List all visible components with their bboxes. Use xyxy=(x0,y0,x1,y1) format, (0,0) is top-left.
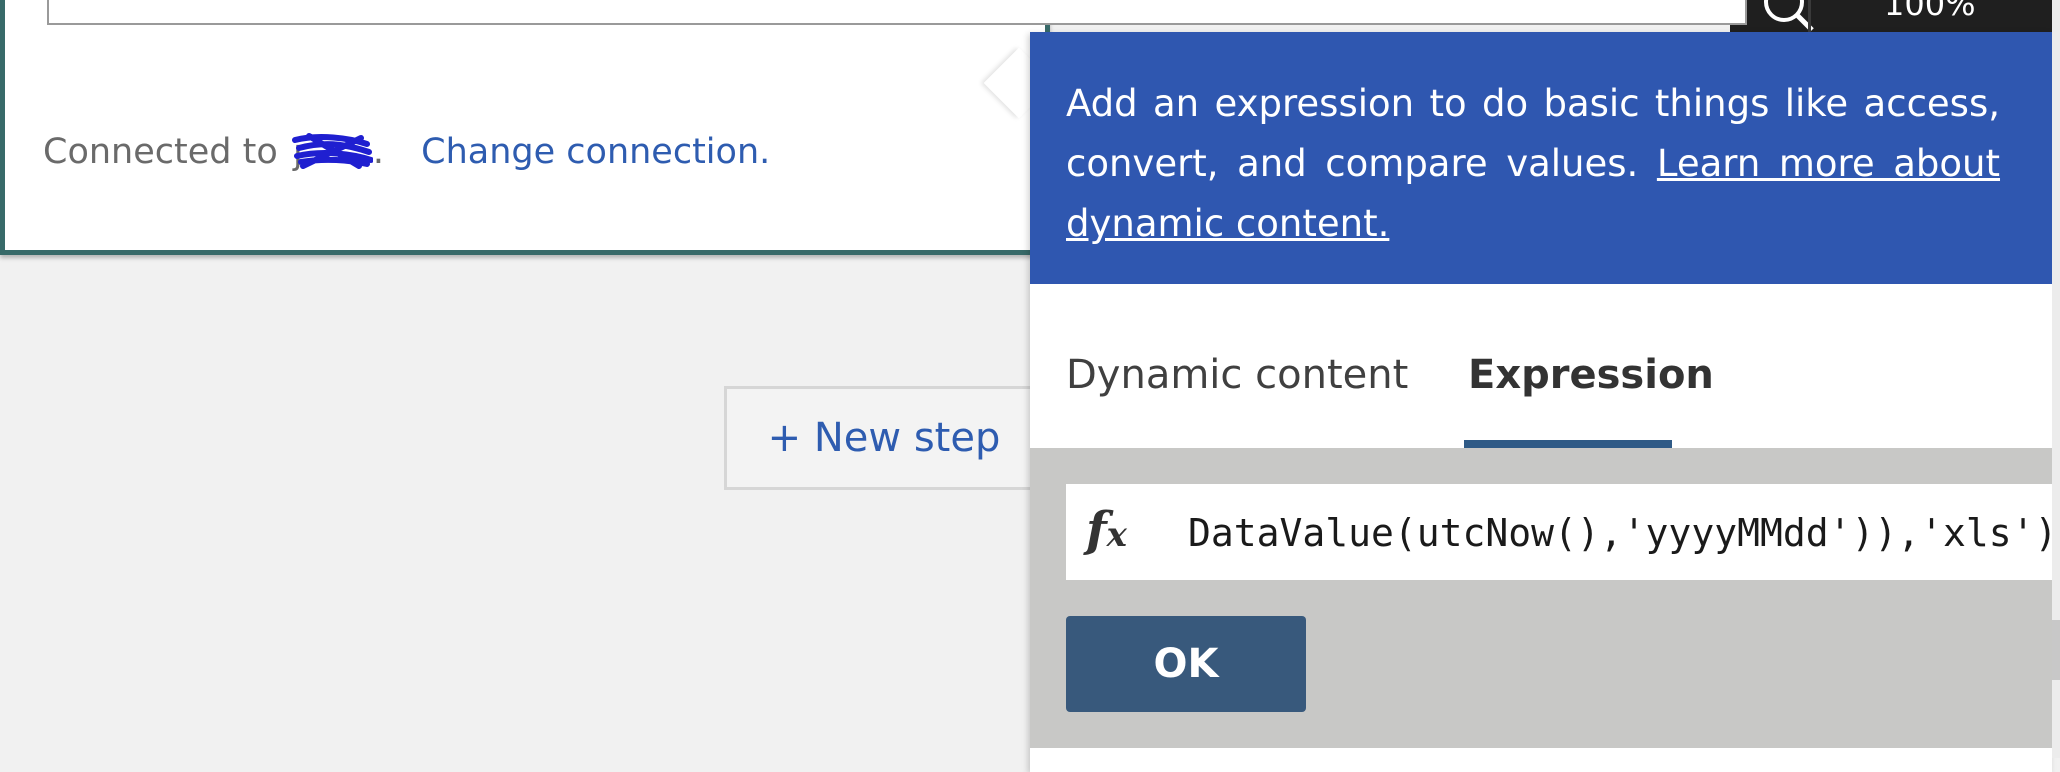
zoom-level: 100% xyxy=(1884,0,1976,23)
card-input-field[interactable] xyxy=(47,0,1747,25)
ok-button[interactable]: OK xyxy=(1066,616,1306,712)
connected-to-label: Connected to xyxy=(43,132,278,172)
info-banner: Add an expression to do basic things lik… xyxy=(1030,32,2052,284)
tab-dynamic-content[interactable]: Dynamic content xyxy=(1066,350,1408,400)
action-card: Connected to j . Change connection. xyxy=(0,0,1747,255)
active-tab-indicator xyxy=(1464,440,1672,448)
redacted-account-scribble: j xyxy=(289,130,374,174)
change-connection-link[interactable]: Change connection. xyxy=(421,132,770,172)
redacted-dot: . xyxy=(372,132,385,172)
new-step-button[interactable]: + New step xyxy=(724,386,1044,490)
fx-icon: fx xyxy=(1086,502,1127,558)
expression-area: fx DataValue(utcNow(),'yyyyMMdd')),'xls'… xyxy=(1030,448,2060,748)
expression-input[interactable]: fx DataValue(utcNow(),'yyyyMMdd')),'xls'… xyxy=(1066,484,2060,580)
banner-text: Add an expression to do basic things lik… xyxy=(1066,74,2000,254)
panel-tabs: Dynamic content Expression xyxy=(1030,284,2052,448)
tab-expression[interactable]: Expression xyxy=(1468,350,1714,400)
expression-value[interactable]: DataValue(utcNow(),'yyyyMMdd')),'xls') xyxy=(1188,508,2057,558)
dynamic-content-panel: Add an expression to do basic things lik… xyxy=(1030,32,2060,772)
page-scrollbar-thumb[interactable] xyxy=(2052,620,2060,680)
connection-row: Connected to j . Change connection. xyxy=(43,130,770,174)
